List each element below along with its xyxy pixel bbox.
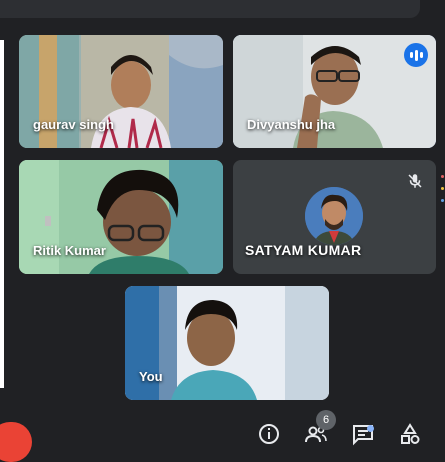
participant-tile-3[interactable]: Ritik Kumar: [19, 160, 223, 274]
activities-icon[interactable]: [398, 422, 422, 446]
avatar: [305, 187, 363, 245]
participant-tile-2[interactable]: Divyanshu jha: [233, 35, 436, 148]
speaking-indicator-icon: [404, 43, 428, 67]
participant-name: Ritik Kumar: [33, 243, 106, 258]
participant-name: Divyanshu jha: [247, 117, 336, 132]
participant-name: SATYAM KUMAR: [245, 242, 362, 258]
side-panel-edge: [0, 40, 4, 388]
participant-tile-4[interactable]: SATYAM KUMAR: [233, 160, 436, 274]
participant-tile-1[interactable]: gaurav singh: [19, 35, 223, 148]
next-tile-edge: [439, 170, 445, 220]
call-controls: [0, 410, 445, 462]
participant-name: gaurav singh: [33, 117, 114, 132]
participant-name: You: [139, 369, 163, 384]
top-pill: [0, 0, 420, 18]
end-call-button[interactable]: [0, 422, 32, 462]
people-count-badge: 6: [316, 410, 336, 430]
mic-off-icon: [408, 174, 422, 188]
self-view-tile[interactable]: You: [125, 286, 329, 400]
chat-notification-dot: [367, 425, 374, 432]
top-bar: [0, 0, 445, 20]
info-icon[interactable]: [257, 422, 281, 446]
